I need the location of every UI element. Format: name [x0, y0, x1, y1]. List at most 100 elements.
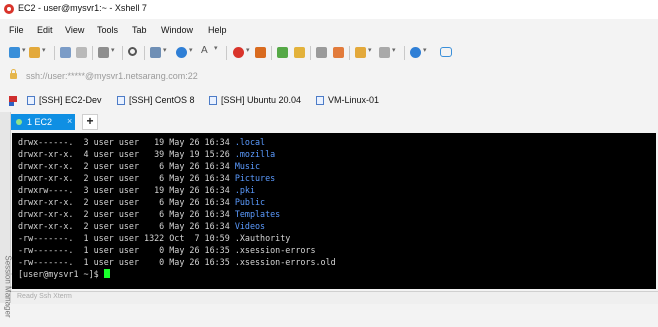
xftp-icon[interactable] — [255, 47, 266, 58]
terminal-line: drwxr-xr-x. 2 user user 6 May 26 16:34 M… — [18, 160, 260, 172]
menu-tab[interactable]: Tab — [132, 25, 147, 35]
file-meta: -rw-------. 1 user user 0 May 26 16:35 — [18, 245, 235, 255]
tab-label: 1 EC2 — [27, 117, 53, 127]
terminal-line: drwxr-xr-x. 2 user user 6 May 26 16:34 T… — [18, 208, 280, 220]
tab-ec2[interactable]: 1 EC2 × — [11, 114, 75, 130]
file-name: .xsession-errors — [234, 245, 316, 255]
directory-name: .local — [234, 137, 266, 147]
shell-prompt: [user@mysvr1 ~]$ — [18, 269, 104, 279]
link-centos-8[interactable]: [SSH] CentOS 8 — [117, 95, 195, 105]
chat-icon[interactable] — [440, 47, 452, 57]
session-icon — [316, 96, 324, 105]
globe-icon[interactable] — [176, 46, 193, 58]
open-folder-icon[interactable] — [29, 46, 46, 58]
file-name: .xsession-errors.old — [234, 257, 336, 267]
highlight-icon[interactable] — [333, 47, 344, 58]
terminal-line: drwxr-xr-x. 4 user user 39 May 19 15:26 … — [18, 148, 275, 160]
link-label: [SSH] Ubuntu 20.04 — [221, 95, 302, 105]
menu-window[interactable]: Window — [161, 25, 193, 35]
directory-name: Music — [234, 161, 261, 171]
xshell-icon[interactable] — [233, 46, 250, 58]
toolbar-separator — [92, 46, 93, 60]
session-icon — [209, 96, 217, 105]
tab-close-icon[interactable]: × — [67, 116, 72, 126]
toolbar: A — [0, 41, 658, 65]
link-ubuntu-2004[interactable]: [SSH] Ubuntu 20.04 — [209, 95, 301, 105]
keyboard-icon[interactable] — [316, 47, 327, 58]
lock-icon — [10, 69, 17, 79]
toolbar-separator — [310, 46, 311, 60]
compose-icon[interactable] — [379, 46, 396, 58]
link-ec2-dev[interactable]: [SSH] EC2-Dev — [27, 95, 102, 105]
title-bar: EC2 - user@mysvr1:~ - Xshell 7 — [0, 0, 658, 19]
session-icon — [117, 96, 125, 105]
file-meta: drwxr-xr-x. 2 user user 6 May 26 16:34 — [18, 197, 235, 207]
file-name: .Xauthority — [234, 233, 291, 243]
terminal-line: drwxr-xr-x. 2 user user 6 May 26 16:34 P… — [18, 196, 265, 208]
status-text: Ready Ssh Xterm — [17, 293, 72, 300]
directory-name: Public — [234, 197, 266, 207]
toolbar-separator — [349, 46, 350, 60]
terminal-line: drwxrw----. 3 user user 19 May 26 16:34 … — [18, 184, 255, 196]
help-icon[interactable] — [410, 46, 427, 58]
links-flag-icon[interactable] — [9, 96, 17, 106]
menu-tools[interactable]: Tools — [97, 25, 118, 35]
toolbar-separator — [404, 46, 405, 60]
toolbar-separator — [144, 46, 145, 60]
link-label: VM-Linux-01 — [328, 95, 380, 105]
terminal-cursor — [103, 269, 110, 278]
new-tab-button[interactable]: + — [82, 114, 98, 130]
menu-help[interactable]: Help — [208, 25, 227, 35]
new-session-icon[interactable] — [9, 46, 26, 58]
link-vm-linux-01[interactable]: VM-Linux-01 — [316, 95, 379, 105]
link-label: [SSH] CentOS 8 — [129, 95, 195, 105]
find-icon[interactable] — [128, 47, 137, 56]
file-meta: -rw-------. 1 user user 1322 Oct 7 10:59 — [18, 233, 235, 243]
directory-name: Pictures — [234, 173, 276, 183]
tab-strip — [11, 113, 658, 131]
directory-name: Templates — [234, 209, 281, 219]
menu-view[interactable]: View — [65, 25, 84, 35]
xshell-logo-icon — [4, 4, 14, 14]
script-icon[interactable] — [355, 46, 372, 58]
file-meta: drwxr-xr-x. 4 user user 39 May 19 15:26 — [18, 149, 235, 159]
connected-status-icon — [16, 119, 22, 125]
directory-name: Videos — [234, 221, 266, 231]
layout-icon[interactable] — [150, 46, 167, 58]
toolbar-separator — [122, 46, 123, 60]
menu-bar: File Edit View Tools Tab Window Help — [0, 22, 658, 38]
terminal-line: drwxr-xr-x. 2 user user 6 May 26 16:34 P… — [18, 172, 275, 184]
session-icon — [27, 96, 35, 105]
file-meta: drwxr-xr-x. 2 user user 6 May 26 16:34 — [18, 209, 235, 219]
toolbar-separator — [54, 46, 55, 60]
file-meta: drwxr-xr-x. 2 user user 6 May 26 16:34 — [18, 221, 235, 231]
menu-file[interactable]: File — [9, 25, 24, 35]
file-meta: -rw-------. 1 user user 0 May 26 16:35 — [18, 257, 235, 267]
disconnect-icon[interactable] — [76, 47, 87, 58]
terminal-prompt-line[interactable]: [user@mysvr1 ~]$ — [18, 268, 110, 280]
file-meta: drwx------. 3 user user 19 May 26 16:34 — [18, 137, 235, 147]
terminal-line: -rw-------. 1 user user 0 May 26 16:35 .… — [18, 256, 336, 268]
file-meta: drwxrw----. 3 user user 19 May 26 16:34 — [18, 185, 235, 195]
toolbar-separator — [226, 46, 227, 60]
window-title: EC2 - user@mysvr1:~ - Xshell 7 — [18, 3, 147, 13]
copy-paste-icon[interactable] — [98, 46, 115, 58]
menu-edit[interactable]: Edit — [37, 25, 53, 35]
status-bar: Ready Ssh Xterm — [11, 291, 658, 304]
session-manager-strip[interactable]: Session Manager — [0, 112, 13, 318]
terminal-line: drwxr-xr-x. 2 user user 6 May 26 16:34 V… — [18, 220, 265, 232]
link-label: [SSH] EC2-Dev — [39, 95, 102, 105]
toolbar-separator — [271, 46, 272, 60]
terminal-line: -rw-------. 1 user user 0 May 26 16:35 .… — [18, 244, 316, 256]
file-meta: drwxr-xr-x. 2 user user 6 May 26 16:34 — [18, 173, 235, 183]
directory-name: .pki — [234, 185, 255, 195]
lock-toolbar-icon[interactable] — [294, 47, 305, 58]
terminal-line: drwx------. 3 user user 19 May 26 16:34 … — [18, 136, 265, 148]
terminal-line: -rw-------. 1 user user 1322 Oct 7 10:59… — [18, 232, 290, 244]
directory-name: .mozilla — [234, 149, 276, 159]
properties-icon[interactable] — [60, 47, 71, 58]
tunneling-icon[interactable] — [277, 47, 288, 58]
font-icon[interactable]: A — [201, 44, 218, 56]
address-text[interactable]: ssh://user:*****@mysvr1.netsarang.com:22 — [26, 71, 198, 81]
terminal-area[interactable]: drwx------. 3 user user 19 May 26 16:34 … — [12, 133, 656, 289]
